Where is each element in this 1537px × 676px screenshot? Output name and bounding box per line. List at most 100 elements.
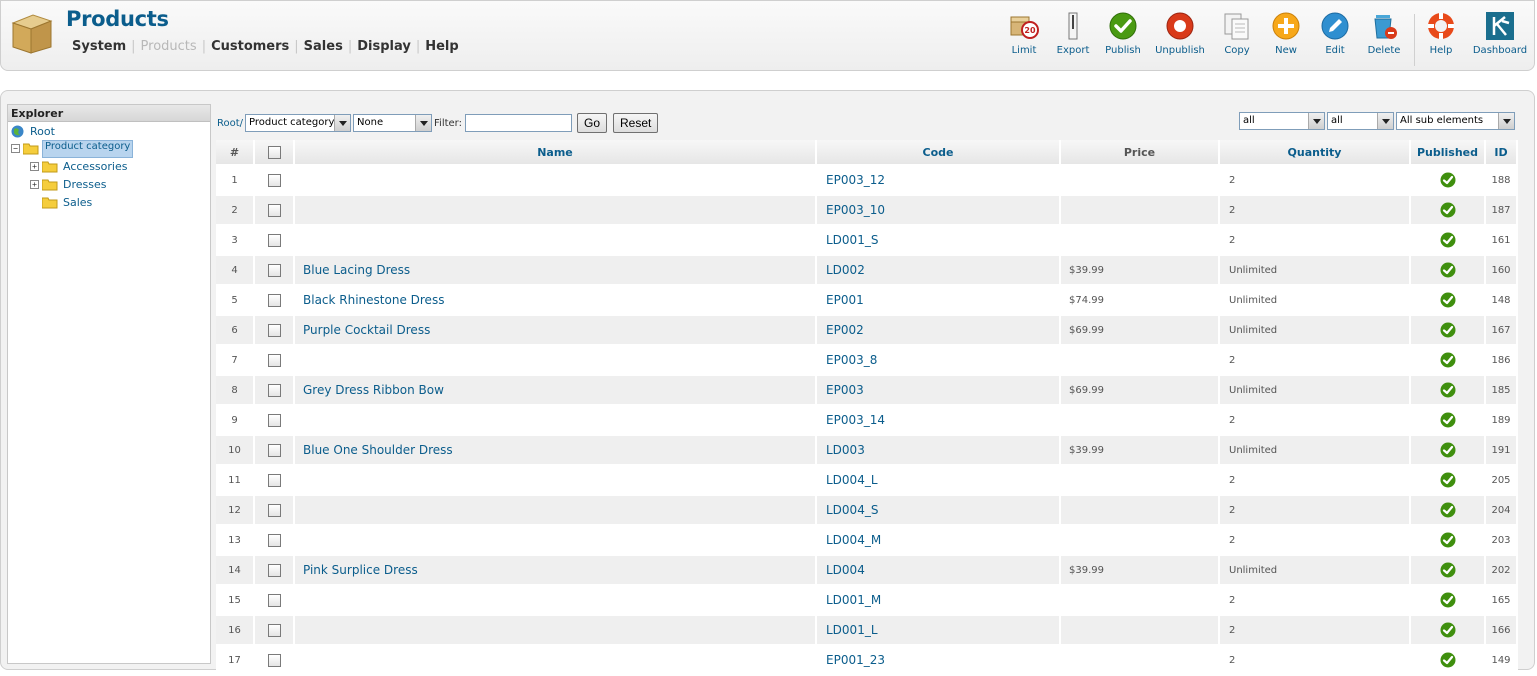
product-name-link[interactable] <box>295 346 817 376</box>
product-code-link[interactable]: LD001_M <box>817 586 1061 616</box>
product-code-link[interactable]: EP003_12 <box>817 166 1061 196</box>
row-checkbox[interactable] <box>267 203 281 217</box>
published-check-icon[interactable] <box>1440 382 1456 398</box>
tree-item-label[interactable]: Dresses <box>61 178 108 191</box>
published-check-icon[interactable] <box>1440 172 1456 188</box>
published-filter-select[interactable]: all <box>1327 112 1394 130</box>
tree-root[interactable]: Root <box>11 123 57 140</box>
row-checkbox[interactable] <box>267 593 281 607</box>
row-checkbox[interactable] <box>267 173 281 187</box>
product-name-link[interactable] <box>295 646 817 676</box>
unpublish-button[interactable]: Unpublish <box>1152 9 1208 56</box>
tree-item-label[interactable]: Product category <box>42 139 134 158</box>
published-check-icon[interactable] <box>1440 592 1456 608</box>
table-row[interactable]: 4 Blue Lacing Dress LD002 $39.99 Unlimited 16… <box>216 256 1518 286</box>
product-code-link[interactable]: EP003_10 <box>817 196 1061 226</box>
export-button[interactable]: Export <box>1045 9 1101 56</box>
publish-button[interactable]: Publish <box>1095 9 1151 56</box>
edit-button[interactable]: Edit <box>1307 9 1363 56</box>
table-row[interactable]: 8 Grey Dress Ribbon Bow EP003 $69.99 Unlimit… <box>216 376 1518 406</box>
product-name-link[interactable] <box>295 226 817 256</box>
table-row[interactable]: 7 EP003_8 2 186 <box>216 346 1518 376</box>
product-name-link[interactable] <box>295 496 817 526</box>
table-row[interactable]: 1 EP003_12 2 188 <box>216 166 1518 196</box>
product-code-link[interactable]: LD004_S <box>817 496 1061 526</box>
product-code-link[interactable]: EP001 <box>817 286 1061 316</box>
table-row[interactable]: 5 Black Rhinestone Dress EP001 $74.99 Unlimi… <box>216 286 1518 316</box>
table-row[interactable]: 15 LD001_M 2 165 <box>216 586 1518 616</box>
collapse-icon[interactable]: − <box>11 144 20 153</box>
product-code-link[interactable]: LD004_L <box>817 466 1061 496</box>
tree-item-product-category[interactable]: − Product category <box>11 139 135 158</box>
row-checkbox[interactable] <box>267 533 281 547</box>
row-checkbox[interactable] <box>267 323 281 337</box>
filter-input[interactable] <box>465 114 572 132</box>
row-checkbox[interactable] <box>267 353 281 367</box>
published-check-icon[interactable] <box>1440 202 1456 218</box>
product-code-link[interactable]: EP003_8 <box>817 346 1061 376</box>
row-checkbox[interactable] <box>267 413 281 427</box>
published-check-icon[interactable] <box>1440 472 1456 488</box>
tree-item-accessories[interactable]: + Accessories <box>30 158 129 175</box>
published-check-icon[interactable] <box>1440 412 1456 428</box>
table-row[interactable]: 10 Blue One Shoulder Dress LD003 $39.99 Unli… <box>216 436 1518 466</box>
product-name-link[interactable] <box>295 196 817 226</box>
row-checkbox[interactable] <box>267 503 281 517</box>
row-checkbox[interactable] <box>267 623 281 637</box>
table-row[interactable]: 6 Purple Cocktail Dress EP002 $69.99 Unlimit… <box>216 316 1518 346</box>
tree-item-label[interactable]: Accessories <box>61 160 129 173</box>
table-row[interactable]: 9 EP003_14 2 189 <box>216 406 1518 436</box>
row-checkbox[interactable] <box>267 383 281 397</box>
published-check-icon[interactable] <box>1440 262 1456 278</box>
dashboard-button[interactable]: Dashboard <box>1472 9 1528 56</box>
go-button[interactable]: Go <box>577 113 608 133</box>
published-check-icon[interactable] <box>1440 292 1456 308</box>
product-name-link[interactable]: Blue One Shoulder Dress <box>295 436 817 466</box>
state-filter-select[interactable]: all <box>1239 112 1325 130</box>
header-id[interactable]: ID <box>1486 140 1518 166</box>
published-check-icon[interactable] <box>1440 562 1456 578</box>
product-name-link[interactable] <box>295 166 817 196</box>
row-checkbox[interactable] <box>267 563 281 577</box>
published-check-icon[interactable] <box>1440 232 1456 248</box>
product-name-link[interactable] <box>295 616 817 646</box>
table-row[interactable]: 12 LD004_S 2 204 <box>216 496 1518 526</box>
new-button[interactable]: New <box>1258 9 1314 56</box>
published-check-icon[interactable] <box>1440 502 1456 518</box>
product-code-link[interactable]: LD004_M <box>817 526 1061 556</box>
published-check-icon[interactable] <box>1440 622 1456 638</box>
help-button[interactable]: Help <box>1413 9 1469 56</box>
product-code-link[interactable]: LD003 <box>817 436 1061 466</box>
product-name-link[interactable]: Pink Surplice Dress <box>295 556 817 586</box>
delete-button[interactable]: Delete <box>1356 9 1412 56</box>
product-name-link[interactable] <box>295 406 817 436</box>
sub-category-select[interactable]: None <box>353 114 433 132</box>
breadcrumb-root[interactable]: Root/ <box>217 118 243 129</box>
row-checkbox[interactable] <box>267 473 281 487</box>
header-published[interactable]: Published <box>1411 140 1486 166</box>
product-name-link[interactable]: Blue Lacing Dress <box>295 256 817 286</box>
product-name-link[interactable]: Grey Dress Ribbon Bow <box>295 376 817 406</box>
published-check-icon[interactable] <box>1440 532 1456 548</box>
header-code[interactable]: Code <box>817 140 1061 166</box>
product-code-link[interactable]: LD001_S <box>817 226 1061 256</box>
tree-item-dresses[interactable]: + Dresses <box>30 176 108 193</box>
table-row[interactable]: 16 LD001_L 2 166 <box>216 616 1518 646</box>
table-row[interactable]: 13 LD004_M 2 203 <box>216 526 1518 556</box>
row-checkbox[interactable] <box>267 443 281 457</box>
row-checkbox[interactable] <box>267 653 281 667</box>
tree-root-label[interactable]: Root <box>28 125 57 138</box>
select-all-checkbox[interactable] <box>267 145 281 159</box>
category-select[interactable]: Product category <box>245 114 352 132</box>
product-name-link[interactable] <box>295 526 817 556</box>
product-code-link[interactable]: LD004 <box>817 556 1061 586</box>
product-name-link[interactable]: Black Rhinestone Dress <box>295 286 817 316</box>
product-name-link[interactable] <box>295 466 817 496</box>
tree-item-sales[interactable]: Sales <box>42 194 94 211</box>
product-code-link[interactable]: EP003_14 <box>817 406 1061 436</box>
published-check-icon[interactable] <box>1440 442 1456 458</box>
row-checkbox[interactable] <box>267 263 281 277</box>
table-row[interactable]: 2 EP003_10 2 187 <box>216 196 1518 226</box>
table-row[interactable]: 17 EP001_23 2 149 <box>216 646 1518 676</box>
published-check-icon[interactable] <box>1440 652 1456 668</box>
